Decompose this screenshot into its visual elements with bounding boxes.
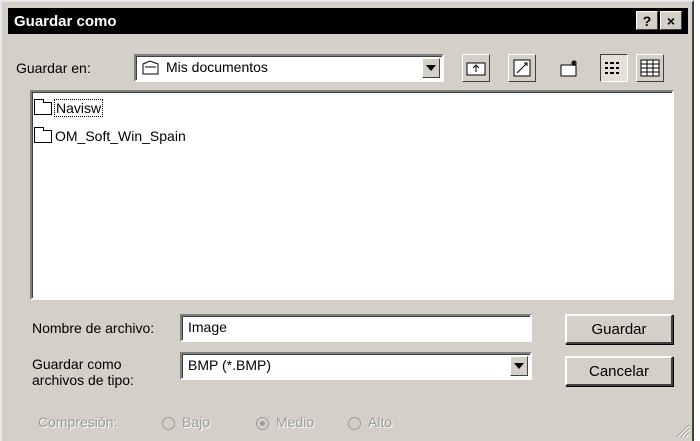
details-view-icon [640, 59, 660, 77]
up-one-level-button[interactable] [462, 54, 490, 82]
help-button[interactable]: ? [636, 11, 658, 30]
filename-input[interactable]: Image [180, 314, 532, 342]
new-folder-icon [560, 60, 577, 77]
folder-open-icon [142, 60, 159, 75]
cancel-button[interactable]: Cancelar [565, 356, 673, 386]
desktop-button[interactable] [508, 54, 536, 82]
chevron-down-icon[interactable] [510, 356, 528, 376]
save-in-combo[interactable]: Mis documentos [134, 54, 444, 82]
save-as-dialog: Guardar como ? × Guardar en: Mis documen… [0, 0, 694, 441]
file-list[interactable]: Navisw OM_Soft_Win_Spain [30, 90, 674, 300]
list-item[interactable]: OM_Soft_Win_Spain [34, 126, 186, 146]
details-view-button[interactable] [636, 54, 664, 82]
filename-value: Image [188, 319, 227, 335]
compression-low-label: Bajo [182, 414, 211, 430]
compression-high-label: Alto [368, 414, 393, 430]
compression-medium-radio[interactable] [256, 417, 269, 430]
filetype-value: BMP (*.BMP) [188, 357, 271, 373]
folder-icon [34, 98, 52, 115]
compression-high-radio[interactable] [348, 417, 361, 430]
close-button[interactable]: × [660, 11, 682, 30]
new-folder-button[interactable] [556, 54, 584, 82]
folder-icon [34, 126, 52, 143]
file-name: Navisw [53, 99, 104, 117]
window-title: Guardar como [14, 12, 117, 30]
list-view-icon [605, 62, 619, 74]
title-bar: Guardar como ? × [8, 8, 688, 34]
file-name: OM_Soft_Win_Spain [55, 128, 186, 144]
resize-grip-icon[interactable] [674, 422, 690, 438]
filetype-label: Guardar como archivos de tipo: [32, 356, 134, 388]
filetype-select[interactable]: BMP (*.BMP) [180, 352, 532, 380]
up-one-level-icon [466, 62, 486, 76]
compression-label: Compresión: [38, 414, 118, 430]
filename-label: Nombre de archivo: [32, 320, 155, 336]
list-view-button[interactable] [600, 54, 628, 82]
save-in-value: Mis documentos [166, 59, 268, 75]
compression-low-radio[interactable] [162, 417, 175, 430]
desktop-icon [513, 59, 531, 77]
save-in-label: Guardar en: [16, 60, 91, 76]
list-item[interactable]: Navisw [34, 98, 104, 118]
compression-medium-label: Medio [276, 414, 315, 430]
chevron-down-icon[interactable] [422, 58, 440, 78]
save-button[interactable]: Guardar [565, 314, 673, 344]
